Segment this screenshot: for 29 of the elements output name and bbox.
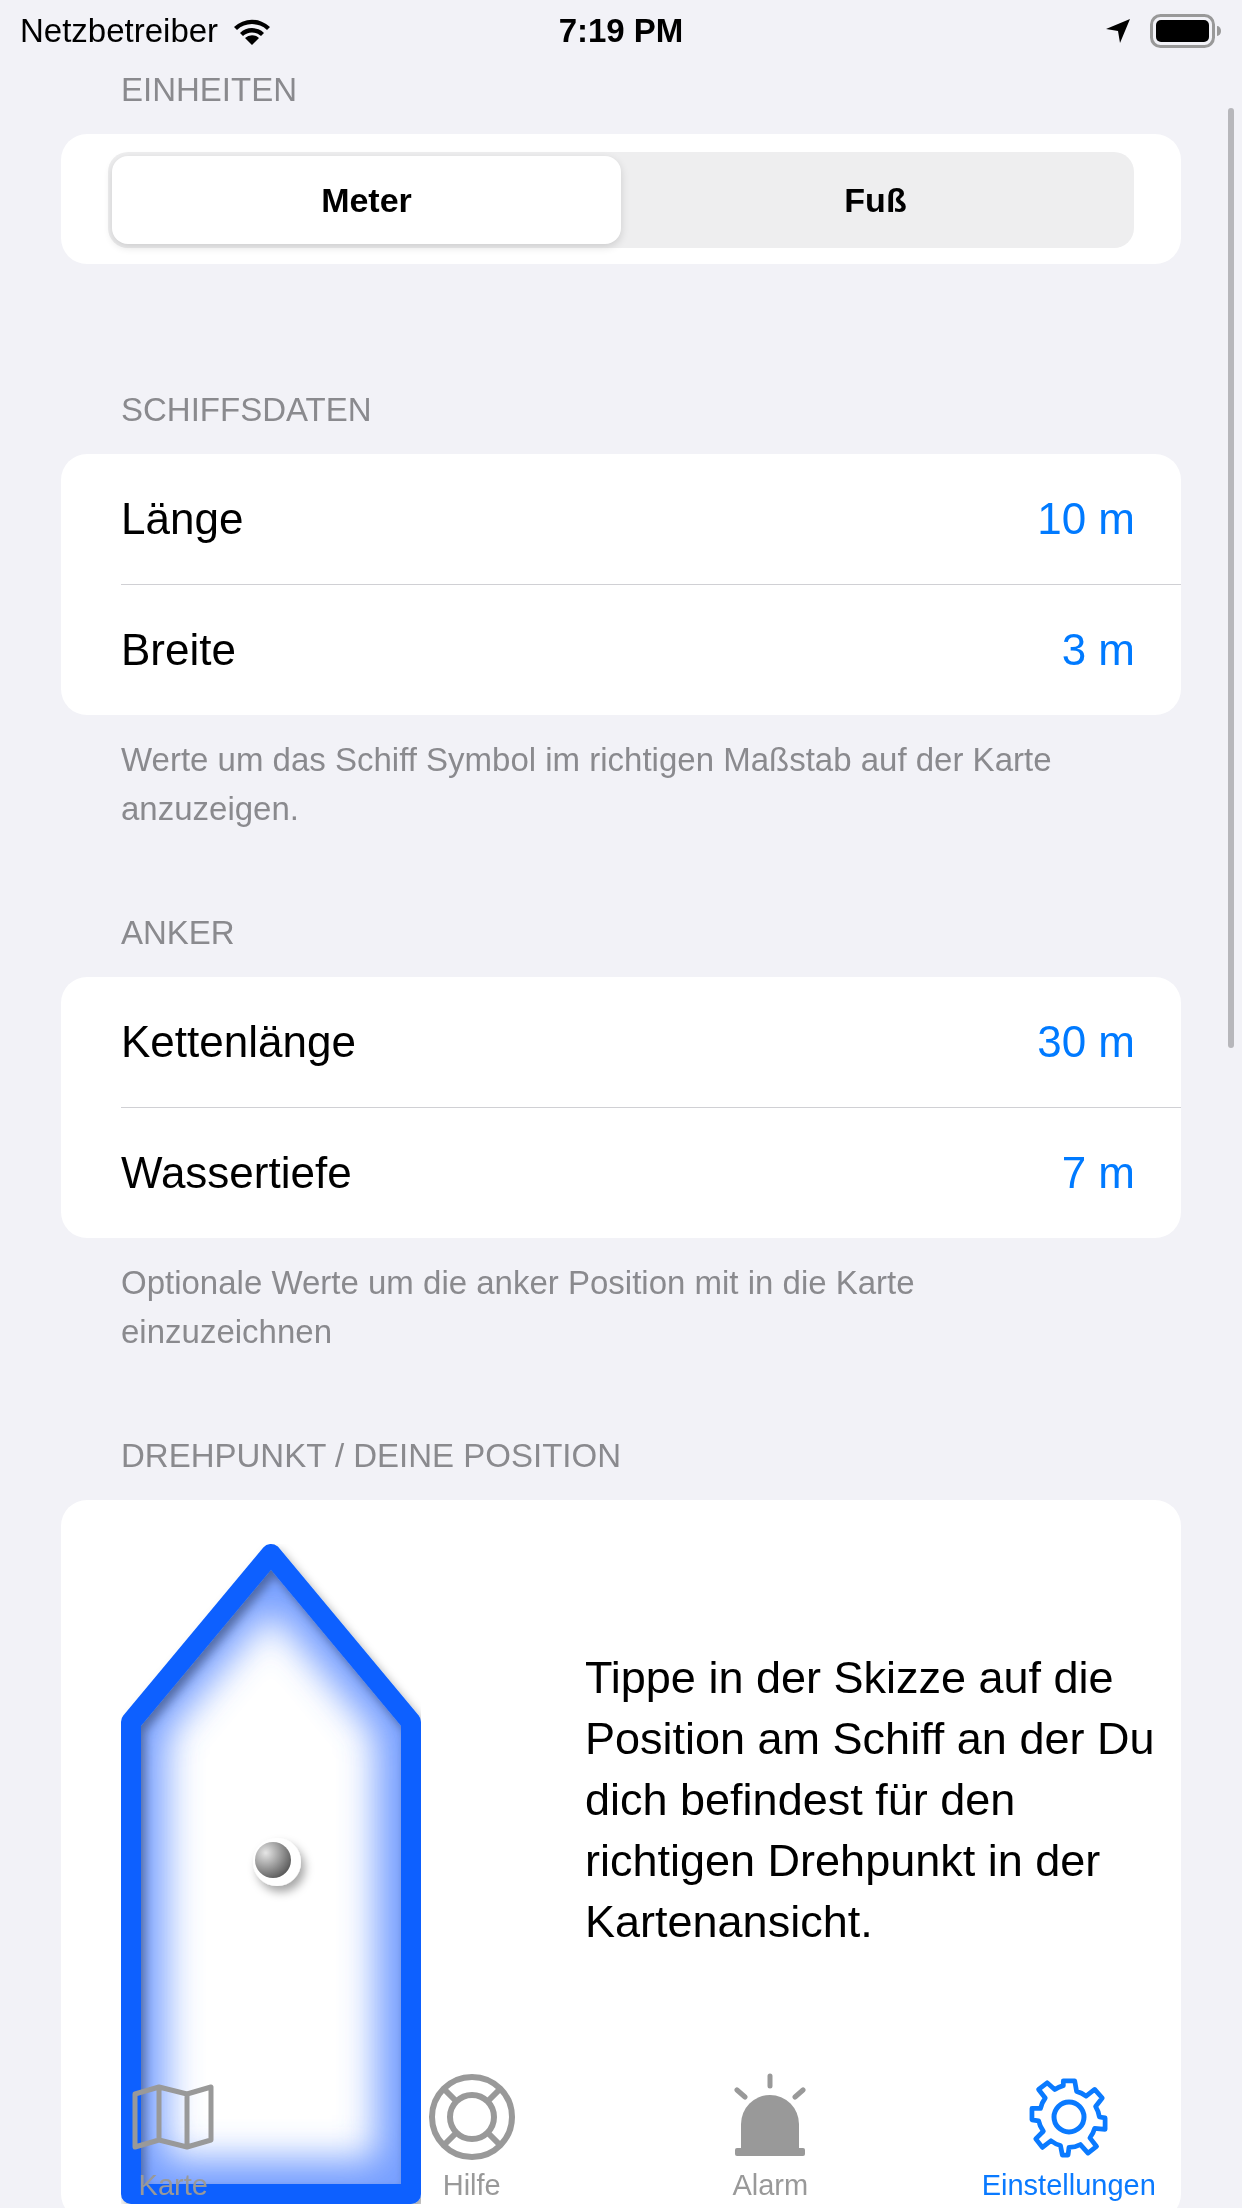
tab-label[interactable]: Einstellungen — [981, 2169, 1156, 2202]
row-value[interactable]: 10 m — [1037, 494, 1135, 544]
segmented-control[interactable]: Meter Fuß — [108, 152, 1134, 248]
row-label: Länge — [121, 494, 244, 544]
section-header: DREHPUNKT / DEINE POSITION — [120, 1436, 621, 1476]
tab-label[interactable]: Alarm — [732, 2169, 809, 2202]
tab-label[interactable]: Hilfe — [442, 2169, 501, 2202]
section-header: EINHEITEN — [120, 70, 298, 110]
section-footer: Optionale Werte um die anker Position mit in die Karte einzuzeichnen — [61, 1258, 1181, 1356]
row-label: Wassertiefe — [121, 1148, 352, 1198]
boat-drawing[interactable] — [121, 1544, 421, 2204]
location-arrow-icon — [1104, 17, 1132, 45]
battery-icon — [1150, 14, 1222, 48]
row-value[interactable]: 7 m — [1061, 1148, 1135, 1198]
unit-segment[interactable]: Fuß — [621, 156, 1130, 244]
clock-time: 7:19 PM — [558, 12, 684, 49]
instruction-text: Tippe in der Skizze auf die Position am Schiff an der Du dich befindest für den richtigen Drehpunkt in der Kartenansicht. — [585, 1651, 1156, 1949]
map-icon[interactable] — [131, 2084, 216, 2150]
lifebuoy-icon[interactable] — [426, 2072, 517, 2162]
row-value[interactable]: 3 m — [1061, 625, 1135, 675]
scroll-bar[interactable] — [1228, 108, 1234, 1048]
row-value[interactable]: 30 m — [1037, 1017, 1135, 1067]
carrier-name: Netzbetreiber — [20, 12, 219, 50]
unit-segment[interactable]: Meter — [112, 156, 621, 244]
section-header: ANKER — [120, 913, 235, 953]
section-footer: Werte um das Schiff Symbol im richtigen Maßstab auf der Karte anzuzeigen. — [61, 735, 1181, 833]
row-label: Kettenlänge — [121, 1017, 356, 1067]
section-header: SCHIFFSDATEN — [120, 390, 372, 430]
row-label: Breite — [121, 625, 236, 675]
